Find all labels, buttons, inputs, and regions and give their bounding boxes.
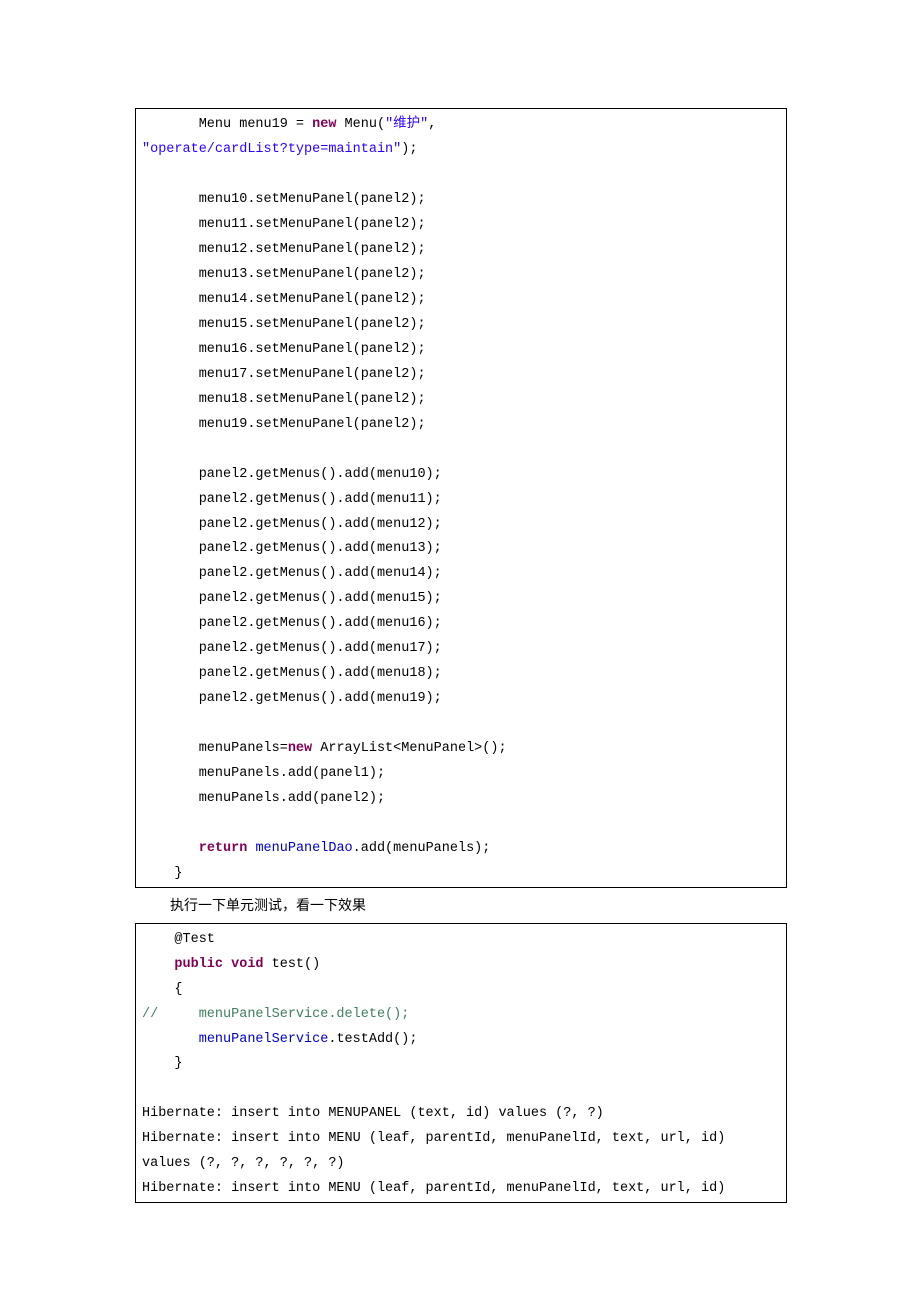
code-line: panel2.getMenus().add(menu14); (142, 566, 442, 581)
code-line: panel2.getMenus().add(menu12); (142, 517, 442, 532)
code-text: Menu( (336, 117, 385, 132)
code-line: menu13.setMenuPanel(panel2); (142, 267, 426, 282)
output-line: Hibernate: insert into MENU (leaf, paren… (142, 1131, 733, 1146)
code-line: panel2.getMenus().add(menu10); (142, 467, 442, 482)
code-line: panel2.getMenus().add(menu19); (142, 691, 442, 706)
code-line: menuPanels.add(panel1); (142, 766, 385, 781)
code-line: panel2.getMenus().add(menu18); (142, 666, 442, 681)
code-text: , (428, 117, 444, 132)
blank-line (142, 816, 199, 831)
code-line: menu14.setMenuPanel(panel2); (142, 292, 426, 307)
code-line: menu15.setMenuPanel(panel2); (142, 317, 426, 332)
code-line: menu12.setMenuPanel(panel2); (142, 242, 426, 257)
code-line: panel2.getMenus().add(menu16); (142, 616, 442, 631)
code-text: .testAdd(); (328, 1032, 417, 1047)
code-line: menu17.setMenuPanel(panel2); (142, 367, 426, 382)
code-text (142, 841, 199, 856)
keyword-new: new (288, 741, 312, 756)
comment-line: // menuPanelService.delete(); (142, 1007, 409, 1022)
code-text: menuPanels= (142, 741, 288, 756)
blank-line (142, 716, 199, 731)
code-text (142, 957, 174, 972)
code-line: menuPanels.add(panel2); (142, 791, 385, 806)
keyword-void: void (231, 957, 263, 972)
code-line: menu16.setMenuPanel(panel2); (142, 342, 426, 357)
blank-line (142, 442, 199, 457)
code-line: panel2.getMenus().add(menu17); (142, 641, 442, 656)
output-line: values (?, ?, ?, ?, ?, ?) (142, 1156, 345, 1171)
keyword-public: public (174, 957, 223, 972)
blank-line (142, 167, 199, 182)
string-literal: "operate/cardList?type=maintain" (142, 142, 401, 157)
code-text (223, 957, 231, 972)
field-ref: menuPanelService (199, 1032, 329, 1047)
document-page: Menu menu19 = new Menu("维护", "operate/ca… (0, 0, 920, 1302)
code-line: panel2.getMenus().add(menu11); (142, 492, 442, 507)
keyword-new: new (312, 117, 336, 132)
code-text: ); (401, 142, 417, 157)
narrative-text: 执行一下单元测试，看一下效果 (135, 894, 787, 921)
code-text: test() (264, 957, 321, 972)
code-line: menu19.setMenuPanel(panel2); (142, 417, 426, 432)
field-ref: menuPanelDao (255, 841, 352, 856)
code-text: ArrayList<MenuPanel>(); (312, 741, 506, 756)
code-line: panel2.getMenus().add(menu13); (142, 541, 442, 556)
code-text: .add(menuPanels); (353, 841, 491, 856)
output-line: Hibernate: insert into MENU (leaf, paren… (142, 1181, 733, 1196)
code-line: Menu menu19 = (142, 117, 312, 132)
code-line: panel2.getMenus().add(menu15); (142, 591, 442, 606)
code-line: @Test (142, 932, 215, 947)
code-block-2: @Test public void test() { // menuPanelS… (135, 923, 787, 1204)
code-line: } (142, 866, 183, 881)
code-block-1: Menu menu19 = new Menu("维护", "operate/ca… (135, 108, 787, 888)
string-literal: "维护" (385, 117, 428, 132)
keyword-return: return (199, 841, 248, 856)
code-line: menu11.setMenuPanel(panel2); (142, 217, 426, 232)
code-line: menu18.setMenuPanel(panel2); (142, 392, 426, 407)
output-line: Hibernate: insert into MENUPANEL (text, … (142, 1106, 604, 1121)
code-line: menu10.setMenuPanel(panel2); (142, 192, 426, 207)
code-text (142, 1032, 199, 1047)
code-line: { (142, 982, 183, 997)
code-line: } (142, 1056, 183, 1071)
